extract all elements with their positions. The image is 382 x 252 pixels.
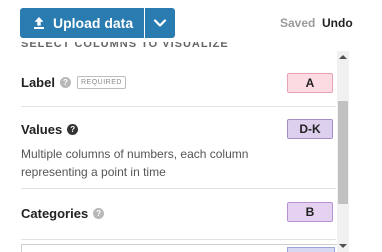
toolbar: Upload data Saved Undo — [0, 0, 382, 42]
column-badge-values[interactable]: D-K — [287, 119, 333, 139]
save-status: Saved — [280, 16, 316, 30]
question-icon[interactable]: ? — [93, 208, 105, 219]
required-badge: REQUIRED — [76, 76, 126, 89]
upload-icon — [32, 16, 46, 30]
chevron-down-icon — [153, 18, 167, 28]
scroll-up-arrow[interactable] — [337, 51, 349, 63]
field-categories-name: Categories — [21, 206, 89, 221]
column-badge-categories[interactable]: B — [287, 202, 333, 222]
scroll-down-arrow[interactable] — [337, 240, 349, 252]
upload-data-button[interactable]: Upload data — [20, 8, 145, 38]
column-badge-label[interactable]: A — [287, 73, 333, 93]
scrollbar-thumb[interactable] — [338, 101, 348, 204]
upload-button-group: Upload data — [20, 8, 176, 38]
field-values-name: Values — [21, 122, 63, 137]
question-icon[interactable]: ? — [67, 124, 79, 135]
upload-data-label: Upload data — [53, 15, 134, 31]
field-values-description: Multiple columns of numbers, each column… — [21, 147, 249, 179]
upload-options-dropdown[interactable] — [145, 8, 176, 38]
column-badge-next[interactable] — [287, 247, 335, 252]
field-row-label: Label ? REQUIRED A — [21, 57, 336, 107]
undo-button[interactable]: Undo — [322, 16, 353, 30]
section-title: Select columns to visualize — [21, 42, 229, 50]
question-icon[interactable]: ? — [59, 77, 71, 88]
scrollbar[interactable] — [337, 51, 349, 252]
columns-panel[interactable]: Select columns to visualize Label ? REQU… — [0, 42, 382, 252]
field-row-values: Values ? Multiple columns of numbers, ea… — [21, 107, 336, 189]
editor-sidebar: Upload data Saved Undo Select columns to… — [0, 0, 382, 252]
field-row-categories: Categories ? B — [21, 189, 336, 240]
field-label-name: Label — [21, 75, 55, 90]
